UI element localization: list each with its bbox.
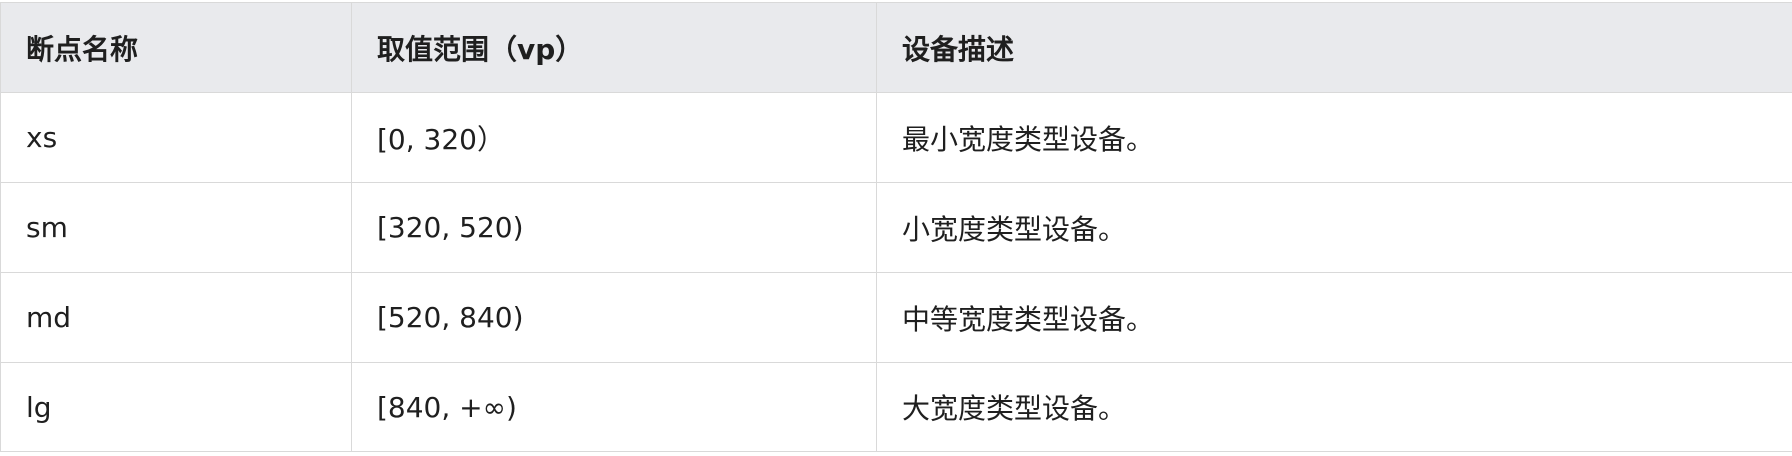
cell-device-description: 中等宽度类型设备。 [876,272,1792,363]
table-header: 断点名称 取值范围（vp） 设备描述 [0,2,1792,93]
header-device-description: 设备描述 [876,2,1792,93]
header-value-range: 取值范围（vp） [351,2,877,93]
header-row: 断点名称 取值范围（vp） 设备描述 [0,2,1792,93]
cell-breakpoint-name: sm [0,182,352,273]
breakpoint-table: 断点名称 取值范围（vp） 设备描述 xs [0, 320） 最小宽度类型设备。… [0,2,1792,452]
cell-breakpoint-name: md [0,272,352,363]
cell-value-range: [320, 520) [351,182,877,273]
cell-breakpoint-name: xs [0,92,352,183]
cell-value-range: [520, 840) [351,272,877,363]
cell-device-description: 最小宽度类型设备。 [876,92,1792,183]
header-breakpoint-name: 断点名称 [0,2,352,93]
cell-value-range: [840, +∞) [351,362,877,452]
table-row: lg [840, +∞) 大宽度类型设备。 [0,362,1792,452]
cell-breakpoint-name: lg [0,362,352,452]
table-row: sm [320, 520) 小宽度类型设备。 [0,182,1792,273]
table-body: xs [0, 320） 最小宽度类型设备。 sm [320, 520) 小宽度类… [0,92,1792,452]
cell-device-description: 小宽度类型设备。 [876,182,1792,273]
table-row: md [520, 840) 中等宽度类型设备。 [0,272,1792,363]
cell-device-description: 大宽度类型设备。 [876,362,1792,452]
breakpoint-table-container: 断点名称 取值范围（vp） 设备描述 xs [0, 320） 最小宽度类型设备。… [0,2,1792,452]
cell-value-range: [0, 320） [351,92,877,183]
table-row: xs [0, 320） 最小宽度类型设备。 [0,92,1792,183]
